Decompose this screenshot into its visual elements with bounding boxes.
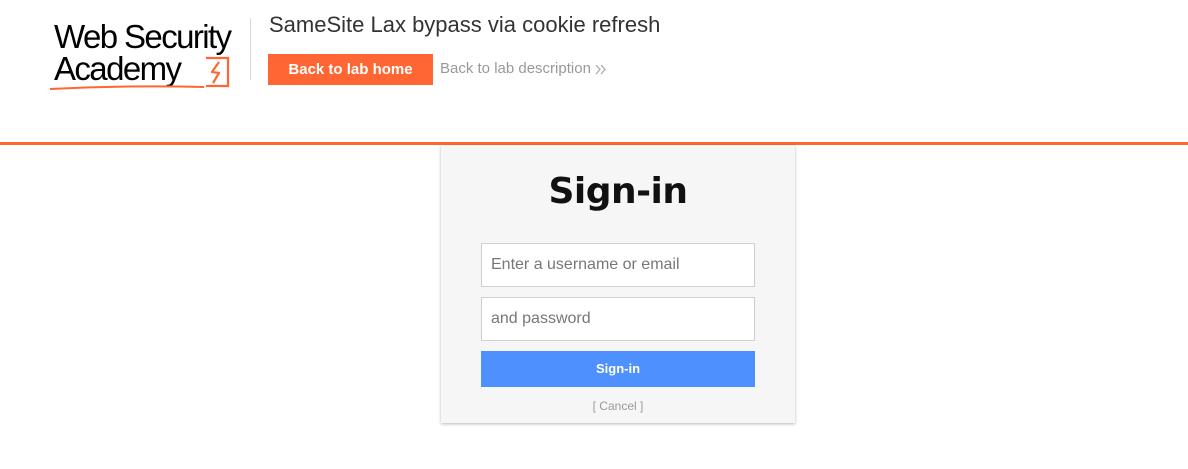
password-input[interactable] bbox=[481, 297, 755, 341]
login-panel: Sign-in Sign-in [ Cancel ] bbox=[441, 145, 795, 423]
header-divider bbox=[250, 18, 251, 80]
logo-text-line2: Academy bbox=[54, 50, 182, 87]
login-title: Sign-in bbox=[548, 171, 688, 212]
lab-header: Web Security Academy SameSite Lax bypass… bbox=[0, 0, 1188, 142]
double-chevron-right-icon bbox=[595, 64, 606, 74]
sign-in-button[interactable]: Sign-in bbox=[481, 351, 755, 387]
username-input[interactable] bbox=[481, 243, 755, 287]
back-to-lab-description-link[interactable]: Back to lab description bbox=[440, 60, 607, 77]
web-security-academy-logo[interactable]: Web Security Academy bbox=[48, 14, 238, 92]
cancel-link[interactable]: [ Cancel ] bbox=[441, 399, 795, 413]
lab-title: SameSite Lax bypass via cookie refresh bbox=[269, 12, 661, 37]
logo-underline-swoosh bbox=[49, 85, 205, 90]
logo-text-line1: Web Security bbox=[54, 18, 232, 55]
back-to-lab-description-label: Back to lab description bbox=[440, 60, 591, 77]
back-to-lab-home-button[interactable]: Back to lab home bbox=[268, 54, 433, 85]
